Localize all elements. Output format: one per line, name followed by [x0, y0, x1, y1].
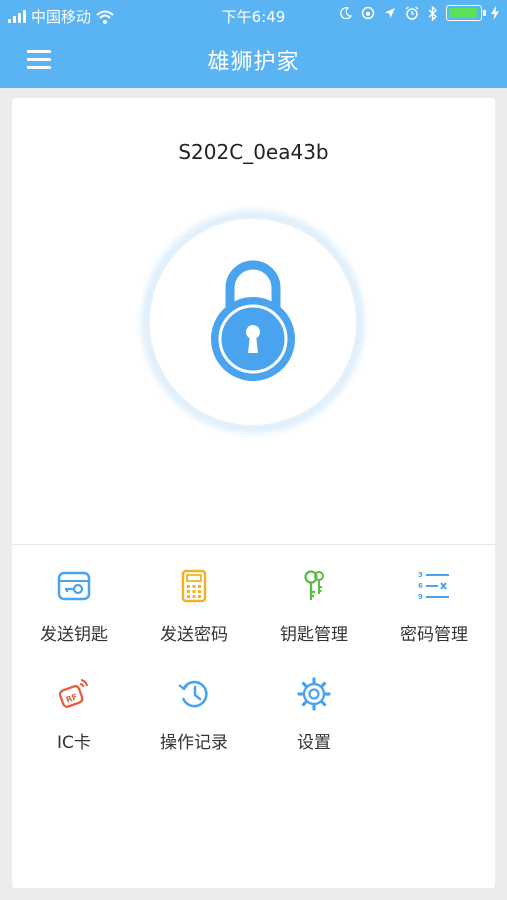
keys-icon — [304, 570, 324, 600]
calculator-icon — [181, 569, 207, 603]
key-management-button[interactable]: 钥匙管理 — [254, 568, 374, 658]
key-management-label: 钥匙管理 — [280, 625, 348, 645]
divider — [12, 544, 495, 545]
charging-icon — [491, 6, 499, 20]
password-list-icon: 3 6 9 — [418, 571, 449, 601]
gear-icon — [297, 677, 331, 711]
password-management-label: 密码管理 — [400, 625, 468, 645]
svg-text:3: 3 — [418, 571, 423, 579]
alarm-icon — [405, 6, 419, 20]
rotation-lock-icon — [361, 6, 375, 20]
nav-bar: 雄狮护家 — [0, 30, 507, 88]
ic-card-label: IC卡 — [57, 733, 91, 753]
status-right — [340, 5, 499, 21]
rf-card-icon: RF — [58, 679, 88, 708]
send-key-label: 发送钥匙 — [40, 625, 108, 645]
password-management-button[interactable]: 3 6 9 密码管理 — [374, 568, 494, 658]
location-icon — [385, 8, 395, 18]
app-screen: 中国移动 下午6:49 雄狮护家 S202C_0ea43b 发送钥匙 发送密码 … — [0, 0, 507, 900]
svg-text:6: 6 — [418, 582, 423, 590]
svg-text:9: 9 — [418, 593, 423, 601]
device-name: S202C_0ea43b — [178, 140, 329, 164]
settings-button[interactable]: 设置 — [254, 676, 374, 766]
lock-icon — [134, 203, 372, 441]
bluetooth-icon — [428, 5, 437, 21]
operation-log-label: 操作记录 — [160, 733, 228, 753]
send-key-button[interactable]: 发送钥匙 — [14, 568, 134, 658]
history-icon — [178, 680, 208, 708]
page-title: 雄狮护家 — [207, 50, 300, 75]
battery-icon — [446, 5, 486, 21]
header: 中国移动 下午6:49 雄狮护家 — [0, 0, 507, 88]
ic-card-button[interactable]: RF IC卡 — [14, 676, 134, 766]
operation-log-button[interactable]: 操作记录 — [134, 676, 254, 766]
send-password-button[interactable]: 发送密码 — [134, 568, 254, 658]
settings-label: 设置 — [297, 733, 331, 753]
send-password-label: 发送密码 — [160, 625, 228, 645]
send-key-icon — [57, 571, 91, 601]
main-card: S202C_0ea43b 发送钥匙 发送密码 钥匙管理 3 6 9 密码管理 R… — [12, 98, 495, 888]
unlock-button[interactable] — [133, 202, 373, 442]
moon-icon — [340, 7, 352, 19]
status-bar: 中国移动 下午6:49 — [0, 0, 507, 30]
